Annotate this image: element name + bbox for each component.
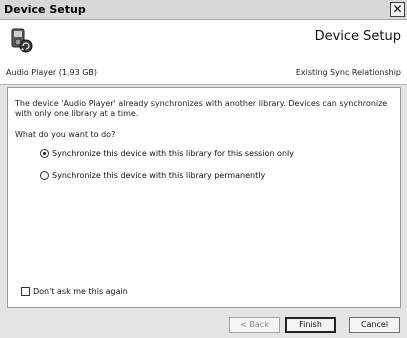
close-button[interactable]: ✕: [390, 2, 405, 17]
device-name-label: Audio Player (1.93 GB): [6, 68, 98, 77]
sync-relationship-label: Existing Sync Relationship: [295, 68, 401, 77]
finish-button[interactable]: Finish: [285, 317, 336, 333]
back-button[interactable]: < Back: [229, 317, 280, 333]
dont-ask-row[interactable]: Don't ask me this again: [21, 287, 128, 296]
option-permanent[interactable]: Synchronize this device with this librar…: [40, 171, 265, 180]
cancel-button[interactable]: Cancel: [349, 317, 400, 333]
dont-ask-checkbox[interactable]: [21, 287, 30, 296]
device-sync-icon: [11, 28, 33, 53]
permanent-label: Synchronize this device with this librar…: [52, 171, 266, 180]
description-text: The device 'Audio Player' already synchr…: [15, 99, 388, 118]
session-only-radio[interactable]: [40, 149, 49, 158]
dont-ask-label: Don't ask me this again: [33, 287, 128, 296]
question-text: What do you want to do?: [15, 130, 116, 139]
title-bar: Device Setup ✕: [0, 0, 407, 20]
window-title: Device Setup: [4, 3, 86, 16]
option-session-only[interactable]: Synchronize this device with this librar…: [40, 149, 294, 158]
permanent-radio[interactable]: [40, 171, 49, 180]
header-title: Device Setup: [314, 29, 401, 44]
session-only-label: Synchronize this device with this librar…: [52, 149, 294, 158]
device-setup-dialog: Device Setup ✕ Device Setup Audio Player…: [0, 0, 407, 338]
content-panel: [7, 87, 401, 308]
dialog-header: Device Setup Audio Player (1.93 GB) Exis…: [0, 20, 407, 85]
